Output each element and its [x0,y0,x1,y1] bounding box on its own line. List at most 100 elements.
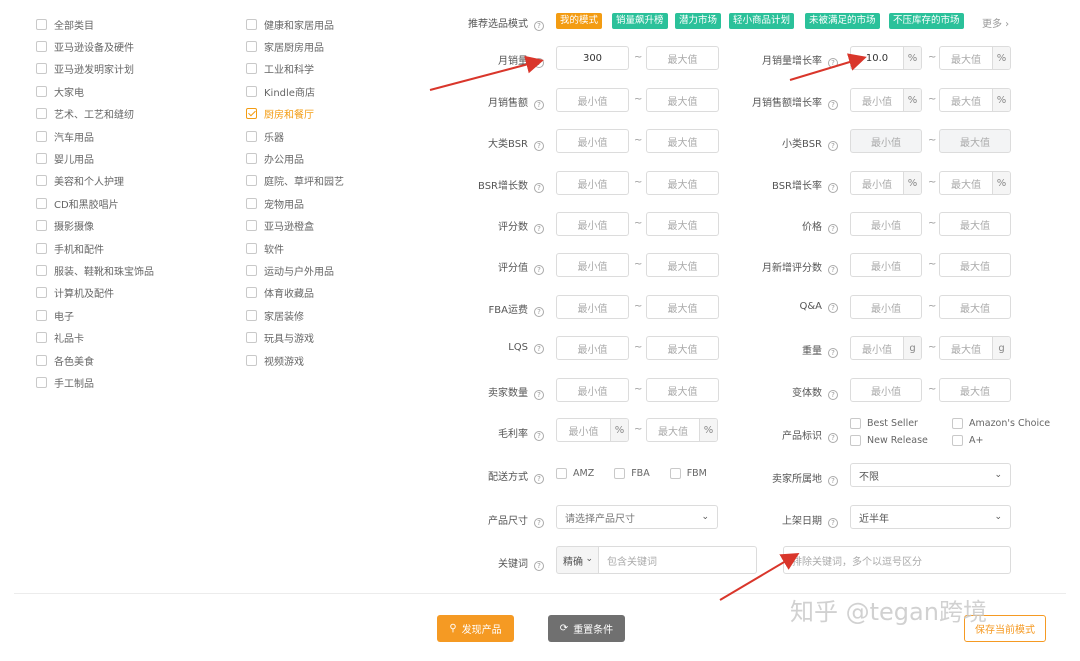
checkbox[interactable] [246,153,257,165]
category-item[interactable]: 体育收藏品 [246,282,344,304]
help-icon[interactable]: ? [534,307,544,317]
sub-bsr-min-input[interactable]: 最小值 [850,129,922,153]
monthly-sales-growth-max-input[interactable]: 最大值% [939,46,1011,70]
checkbox[interactable] [36,376,47,388]
checkbox[interactable] [36,287,47,299]
fulfillment-fbm[interactable]: FBM [669,468,707,479]
checkbox[interactable] [669,468,681,479]
keyword-exclude-input[interactable]: 排除关键词，多个以逗号区分 [783,546,1011,574]
help-icon[interactable]: ? [534,141,544,151]
checkbox[interactable] [246,41,257,53]
category-item[interactable]: 计算机及配件 [36,282,154,304]
checkbox[interactable] [952,435,963,446]
category-item[interactable]: 厨房和餐厅 [246,103,344,125]
monthly-new-reviews-max-input[interactable]: 最大值 [939,253,1011,277]
help-icon[interactable]: ? [534,21,544,31]
help-icon[interactable]: ? [828,224,838,234]
qa-max-input[interactable]: 最大值 [939,295,1011,319]
fulfillment-fba[interactable]: FBA [614,468,650,479]
help-icon[interactable]: ? [828,390,838,400]
help-icon[interactable]: ? [534,518,544,528]
rating-max-input[interactable]: 最大值 [646,253,719,277]
seller-count-max-input[interactable]: 最大值 [646,378,719,402]
checkbox[interactable] [246,354,257,366]
mode-tag-potential[interactable]: 潜力市场 [675,13,722,29]
checkbox[interactable] [246,332,257,344]
help-icon[interactable]: ? [828,265,838,275]
help-icon[interactable]: ? [534,561,544,571]
checkbox[interactable] [36,108,47,120]
fba-fee-max-input[interactable]: 最大值 [646,295,719,319]
category-item[interactable]: 乐器 [246,125,344,147]
category-item[interactable]: 健康和家居用品 [246,13,344,35]
category-item[interactable]: 全部类目 [36,13,154,35]
checkbox[interactable] [36,309,47,321]
monthly-sales-min-input[interactable]: 300 [556,46,629,70]
category-item[interactable]: 亚马逊设备及硬件 [36,35,154,57]
checkbox[interactable] [36,332,47,344]
category-item[interactable]: 家居厨房用品 [246,35,344,57]
category-item[interactable]: 服装、鞋靴和珠宝饰品 [36,259,154,281]
category-item[interactable]: 玩具与游戏 [246,326,344,348]
category-item[interactable]: 工业和科学 [246,58,344,80]
checkbox[interactable] [246,85,257,97]
price-min-input[interactable]: 最小值 [850,212,922,236]
help-icon[interactable]: ? [534,431,544,441]
help-icon[interactable]: ? [828,183,838,193]
checkbox[interactable] [246,242,257,254]
help-icon[interactable]: ? [534,344,544,354]
variant-count-max-input[interactable]: 最大值 [939,378,1011,402]
checkbox-checked[interactable] [246,108,257,120]
category-item[interactable]: 手机和配件 [36,237,154,259]
variant-count-min-input[interactable]: 最小值 [850,378,922,402]
monthly-revenue-growth-max-input[interactable]: 最大值% [939,88,1011,112]
more-modes-link[interactable]: 更多 › [982,15,1009,30]
monthly-sales-max-input[interactable]: 最大值 [646,46,719,70]
mode-tag-unmet[interactable]: 未被满足的市场 [805,13,880,29]
category-item[interactable]: 办公用品 [246,147,344,169]
checkbox[interactable] [36,197,47,209]
help-icon[interactable]: ? [534,474,544,484]
mode-tag-my[interactable]: 我的模式 [556,13,603,29]
help-icon[interactable]: ? [828,100,838,110]
weight-max-input[interactable]: 最大值 g [939,336,1011,360]
checkbox[interactable] [556,468,567,479]
lqs-min-input[interactable]: 最小值 [556,336,629,360]
mode-tag-light-small[interactable]: 轻小商品计划 [729,13,795,29]
checkbox[interactable] [246,264,257,276]
checkbox[interactable] [36,354,47,366]
weight-min-input[interactable]: 最小值 g [850,336,922,360]
bsr-growth-count-min-input[interactable]: 最小值 [556,171,629,195]
checkbox[interactable] [246,175,257,187]
monthly-revenue-growth-min-input[interactable]: 最小值% [850,88,922,112]
checkbox[interactable] [36,63,47,75]
review-count-min-input[interactable]: 最小值 [556,212,629,236]
reset-button[interactable]: ⟳ 重置条件 [548,615,625,642]
sub-bsr-max-input[interactable]: 最大值 [939,129,1011,153]
monthly-revenue-max-input[interactable]: 最大值 [646,88,719,112]
bsr-growth-count-max-input[interactable]: 最大值 [646,171,719,195]
checkbox[interactable] [36,130,47,142]
help-icon[interactable]: ? [534,183,544,193]
seller-count-min-input[interactable]: 最小值 [556,378,629,402]
monthly-new-reviews-min-input[interactable]: 最小值 [850,253,922,277]
category-item[interactable]: 艺术、工艺和缝纫 [36,103,154,125]
help-icon[interactable]: ? [534,58,544,68]
help-icon[interactable]: ? [828,433,838,443]
bsr-growth-rate-min-input[interactable]: 最小值% [850,171,922,195]
keyword-match-select[interactable]: 精确 ⌄ [556,546,599,574]
checkbox[interactable] [36,242,47,254]
fulfillment-amz[interactable]: AMZ [556,468,594,479]
checkbox[interactable] [246,287,257,299]
product-size-select[interactable]: 请选择产品尺寸 ⌄ [556,505,718,529]
category-item[interactable]: 庭院、草坪和园艺 [246,170,344,192]
category-item[interactable]: Kindle商店 [246,80,344,102]
seller-location-select[interactable]: 不限 ⌄ [850,463,1011,487]
category-item[interactable]: 美容和个人护理 [36,170,154,192]
help-icon[interactable]: ? [828,58,838,68]
category-item[interactable]: 婴儿用品 [36,147,154,169]
checkbox[interactable] [850,435,861,446]
rating-min-input[interactable]: 最小值 [556,253,629,277]
monthly-revenue-min-input[interactable]: 最小值 [556,88,629,112]
category-item[interactable]: 亚马逊橙盒 [246,215,344,237]
